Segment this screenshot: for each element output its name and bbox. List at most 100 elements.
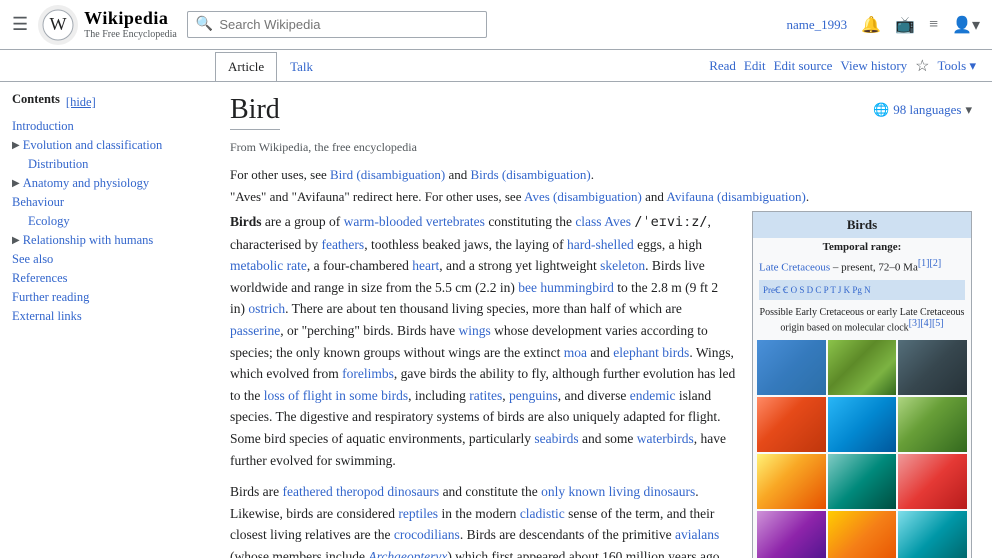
logo-image: W bbox=[38, 5, 78, 45]
toc-anatomy[interactable]: ▶ Anatomy and physiology bbox=[12, 174, 198, 193]
link-hard-shelled[interactable]: hard-shelled bbox=[567, 237, 634, 252]
bird-image-12 bbox=[898, 511, 967, 558]
languages-chevron: ▾ bbox=[965, 102, 972, 118]
wikipedia-logo[interactable]: W Wikipedia The Free Encyclopedia bbox=[38, 5, 177, 45]
article-tabs: Article Talk Read Edit Edit source View … bbox=[0, 50, 992, 82]
link-aves-disambig[interactable]: Aves (disambiguation) bbox=[524, 189, 642, 204]
toc-title: Contents bbox=[12, 92, 60, 107]
link-moa[interactable]: moa bbox=[564, 345, 587, 360]
tab-actions: Read Edit Edit source View history ☆ Too… bbox=[709, 56, 992, 76]
notifications-icon[interactable]: 🔔 bbox=[861, 15, 881, 35]
bird-image-7 bbox=[757, 454, 826, 509]
wikipedia-title: Wikipedia bbox=[84, 9, 177, 29]
link-birds-disambig[interactable]: Birds (disambiguation) bbox=[470, 167, 590, 182]
watchlist-star-icon[interactable]: ☆ bbox=[915, 56, 929, 76]
link-wings[interactable]: wings bbox=[458, 323, 490, 338]
link-archaeopteryx[interactable]: Archaeopteryx bbox=[368, 549, 447, 558]
bird-image-3 bbox=[898, 340, 967, 395]
bird-image-8 bbox=[828, 454, 897, 509]
toc-external-links[interactable]: External links bbox=[12, 307, 198, 326]
tab-article[interactable]: Article bbox=[215, 52, 277, 81]
link-elephant-birds[interactable]: elephant birds bbox=[613, 345, 689, 360]
logo-text-container: Wikipedia The Free Encyclopedia bbox=[84, 9, 177, 40]
link-endemic[interactable]: endemic bbox=[630, 388, 676, 403]
link-waterbirds[interactable]: waterbirds bbox=[637, 431, 694, 446]
link-metabolic-rate[interactable]: metabolic rate bbox=[230, 258, 307, 273]
user-menu-icon[interactable]: 👤▾ bbox=[952, 15, 980, 35]
toc-introduction[interactable]: Introduction bbox=[12, 117, 198, 136]
toc-evolution[interactable]: ▶ Evolution and classification bbox=[12, 136, 198, 155]
wikipedia-subtitle: The Free Encyclopedia bbox=[84, 29, 177, 40]
svg-text:W: W bbox=[50, 14, 67, 34]
infobox-possible-text: Possible Early Cretaceous or early Late … bbox=[753, 304, 971, 336]
infobox: Birds Temporal range: Late Cretaceous – … bbox=[752, 211, 972, 558]
link-ratites[interactable]: ratites bbox=[469, 388, 502, 403]
infobox-range-value: Late Cretaceous – present, 72–0 Ma[1][2] bbox=[753, 256, 971, 276]
link-heart[interactable]: heart bbox=[412, 258, 439, 273]
infobox-image-grid bbox=[753, 336, 971, 558]
search-input[interactable] bbox=[219, 17, 478, 32]
tab-edit-source[interactable]: Edit source bbox=[774, 58, 833, 74]
link-bee-hummingbird[interactable]: bee hummingbird bbox=[518, 280, 614, 295]
tab-view-history[interactable]: View history bbox=[840, 58, 907, 74]
link-skeleton[interactable]: skeleton bbox=[600, 258, 645, 273]
toc-behaviour[interactable]: Behaviour bbox=[12, 193, 198, 212]
link-only-known[interactable]: only known living dinosaurs bbox=[541, 484, 695, 499]
link-penguins[interactable]: penguins bbox=[509, 388, 558, 403]
infobox-temporal-range-label: Temporal range: bbox=[753, 238, 971, 256]
tab-read[interactable]: Read bbox=[709, 58, 736, 74]
article-title: Bird bbox=[230, 94, 280, 130]
link-bird-disambig[interactable]: Bird (disambiguation) bbox=[330, 167, 445, 182]
toc-further-reading[interactable]: Further reading bbox=[12, 288, 198, 307]
bird-image-2 bbox=[828, 340, 897, 395]
bird-image-10 bbox=[757, 511, 826, 558]
link-feathers[interactable]: feathers bbox=[321, 237, 364, 252]
link-avialans[interactable]: avialans bbox=[675, 527, 719, 542]
bird-image-6 bbox=[898, 397, 967, 452]
translate-icon: 🌐 bbox=[873, 102, 889, 118]
link-warm-blooded[interactable]: warm-blooded vertebrates bbox=[344, 214, 485, 229]
link-seabirds[interactable]: seabirds bbox=[534, 431, 578, 446]
search-icon: 🔍 bbox=[196, 16, 213, 33]
link-passerine[interactable]: passerine bbox=[230, 323, 280, 338]
tab-edit[interactable]: Edit bbox=[744, 58, 766, 74]
link-cladistic[interactable]: cladistic bbox=[520, 506, 565, 521]
toc-items: Introduction ▶ Evolution and classificat… bbox=[12, 117, 198, 326]
search-bar: 🔍 bbox=[187, 11, 487, 38]
infobox-timeline: PreꞒ Ꞓ O S D C P T J K Pg N bbox=[759, 280, 965, 300]
toc-hide-link[interactable]: [hide] bbox=[66, 95, 96, 110]
from-wikipedia-text: From Wikipedia, the free encyclopedia bbox=[230, 140, 972, 155]
link-avifauna-disambig[interactable]: Avifauna (disambiguation) bbox=[666, 189, 805, 204]
username-link[interactable]: name_1993 bbox=[787, 17, 848, 33]
link-class[interactable]: class bbox=[575, 214, 601, 229]
hamburger-menu[interactable]: ☰ bbox=[12, 14, 28, 35]
tab-tools[interactable]: Tools ▾ bbox=[938, 58, 976, 74]
languages-link[interactable]: 98 languages bbox=[893, 102, 961, 118]
bird-image-5 bbox=[828, 397, 897, 452]
sidebar: Contents [hide] Introduction ▶ Evolution… bbox=[0, 82, 210, 558]
link-reptiles[interactable]: reptiles bbox=[398, 506, 438, 521]
bird-image-11 bbox=[828, 511, 897, 558]
toc-see-also[interactable]: See also bbox=[12, 250, 198, 269]
link-aves[interactable]: Aves bbox=[604, 214, 631, 229]
link-forelimbs[interactable]: forelimbs bbox=[342, 366, 394, 381]
article-content: Bird 🌐 98 languages ▾ From Wikipedia, th… bbox=[210, 82, 992, 558]
bird-image-9 bbox=[898, 454, 967, 509]
toc-distribution[interactable]: Distribution bbox=[12, 155, 198, 174]
toc-references[interactable]: References bbox=[12, 269, 198, 288]
tab-talk[interactable]: Talk bbox=[277, 52, 326, 81]
link-loss-of-flight[interactable]: loss of flight in some birds bbox=[264, 388, 408, 403]
infobox-title: Birds bbox=[753, 212, 971, 238]
link-ostrich[interactable]: ostrich bbox=[248, 301, 285, 316]
disambig-2: "Aves" and "Avifauna" redirect here. For… bbox=[230, 189, 972, 205]
watchlist-icon[interactable]: 📺 bbox=[895, 15, 915, 35]
toc-ecology[interactable]: Ecology bbox=[12, 212, 198, 231]
disambig-1: For other uses, see Bird (disambiguation… bbox=[230, 167, 972, 183]
bird-image-4 bbox=[757, 397, 826, 452]
contributions-icon[interactable]: ≡ bbox=[929, 16, 938, 34]
toc-relationship[interactable]: ▶ Relationship with humans bbox=[12, 231, 198, 250]
topbar-right: name_1993 🔔 📺 ≡ 👤▾ bbox=[787, 15, 980, 35]
link-crocodilians[interactable]: crocodilians bbox=[394, 527, 460, 542]
link-theropod[interactable]: feathered theropod dinosaurs bbox=[282, 484, 439, 499]
bird-image-1 bbox=[757, 340, 826, 395]
